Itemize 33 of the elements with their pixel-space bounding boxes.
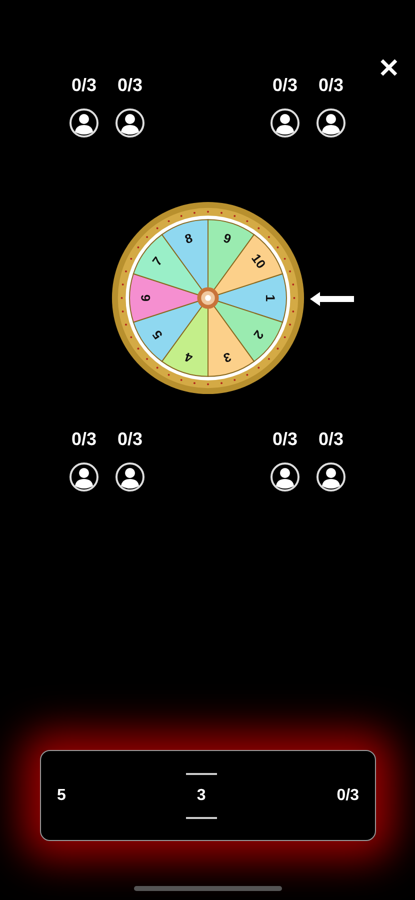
segment-number: 6	[137, 294, 152, 302]
selected-number[interactable]: 3	[196, 784, 206, 808]
user-avatar-icon	[270, 108, 300, 138]
player-score: 0/3	[272, 76, 298, 94]
user-avatar-icon	[69, 462, 99, 492]
segment-number: 4	[182, 349, 194, 366]
wheel-hub-icon	[196, 287, 218, 309]
player-score: 0/3	[117, 76, 143, 94]
segment-number: 5	[148, 328, 165, 342]
pointer-arrow-icon	[310, 292, 354, 306]
player-score: 0/3	[272, 430, 298, 448]
user-avatar-icon	[69, 108, 99, 138]
segment-number: 10	[248, 251, 268, 272]
segment-number: 3	[221, 349, 233, 366]
user-avatar-icon	[115, 108, 145, 138]
segment-number: 8	[182, 230, 194, 247]
segment-number: 1	[262, 294, 278, 302]
player-score: 0/3	[71, 430, 97, 448]
segment-number: 9	[221, 230, 233, 247]
user-avatar-icon	[270, 462, 300, 492]
bet-value: 5	[57, 786, 66, 806]
user-avatar-icon	[316, 108, 346, 138]
close-button[interactable]: ✕	[375, 54, 403, 82]
player-score: 0/3	[318, 430, 344, 448]
segment-number: 7	[148, 254, 165, 268]
spin-count: 0/3	[336, 786, 359, 806]
user-avatar-icon	[316, 462, 346, 492]
user-avatar-icon	[115, 462, 145, 492]
segment-number: 2	[250, 328, 266, 342]
player-score: 0/3	[318, 76, 344, 94]
player-score: 0/3	[117, 430, 143, 448]
player-score: 0/3	[71, 76, 97, 94]
prize-wheel[interactable]: 1 2 3 4 5 6 7 8 9 10	[110, 200, 306, 396]
